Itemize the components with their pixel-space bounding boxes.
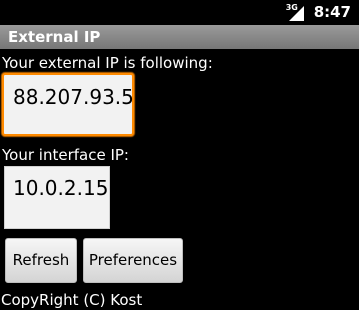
signal-bars-icon (288, 5, 304, 21)
app-title: External IP (8, 28, 101, 46)
interface-ip-value: 10.0.2.15 (13, 176, 109, 200)
preferences-button[interactable]: Preferences (83, 238, 183, 283)
interface-ip-field[interactable]: 10.0.2.15 (4, 166, 110, 229)
external-ip-label: Your external IP is following: (2, 54, 213, 72)
app-title-bar: External IP (0, 25, 359, 49)
status-bar: 3G 8:47 (0, 0, 359, 25)
status-icons: 3G 8:47 (286, 2, 351, 23)
signal-strength-icon: 3G (286, 3, 306, 22)
refresh-button[interactable]: Refresh (5, 238, 77, 283)
external-ip-value: 88.207.93.5 (13, 85, 134, 109)
status-clock: 8:47 (313, 3, 351, 21)
copyright-text: CopyRight (C) Kost (1, 291, 143, 309)
interface-ip-label: Your interface IP: (2, 146, 129, 164)
external-ip-field[interactable]: 88.207.93.5 (2, 73, 134, 136)
